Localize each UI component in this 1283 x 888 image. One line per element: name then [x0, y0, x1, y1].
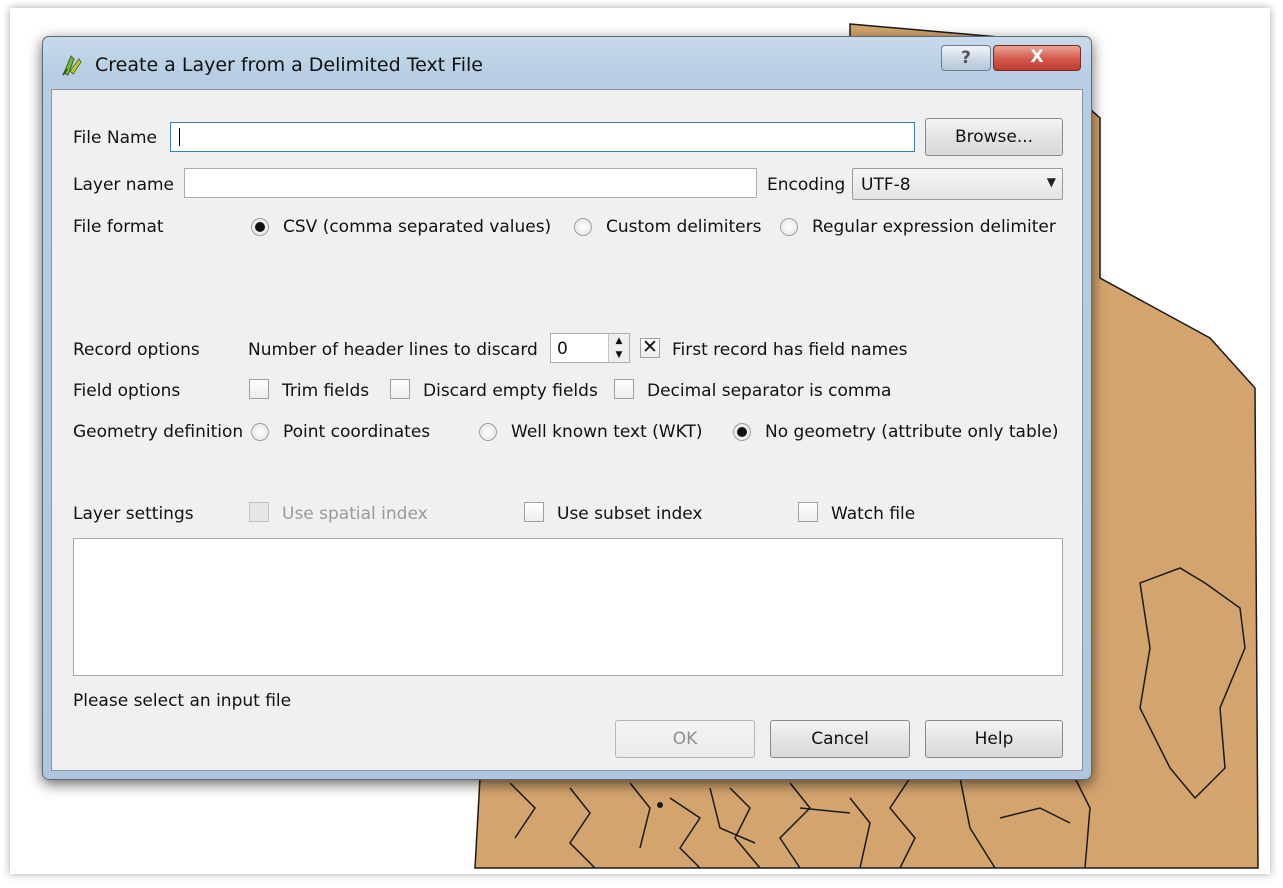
file-name-label: File Name [73, 128, 158, 148]
record-options-label: Record options [73, 340, 200, 360]
layer-settings-label: Layer settings [73, 504, 194, 524]
header-lines-value: 0 [557, 339, 568, 359]
file-format-label: File format [73, 217, 164, 237]
header-lines-label: Number of header lines to discard [248, 340, 538, 360]
title-help-button[interactable]: ? [941, 45, 991, 71]
first-record-field-names-checkbox[interactable]: ✕ [640, 338, 660, 358]
geometry-definition-label: Geometry definition [73, 422, 244, 442]
layer-name-input[interactable] [184, 168, 757, 198]
trim-fields-label[interactable]: Trim fields [282, 381, 369, 401]
window-title: Create a Layer from a Delimited Text Fil… [95, 54, 483, 76]
ok-button[interactable]: OK [615, 720, 755, 758]
cancel-button[interactable]: Cancel [770, 720, 910, 758]
trim-fields-checkbox[interactable] [249, 379, 269, 399]
layer-name-label: Layer name [73, 175, 175, 195]
encoding-label: Encoding [767, 175, 846, 195]
radio-no-geometry-label[interactable]: No geometry (attribute only table) [765, 422, 1059, 442]
dialog-content: File Name Browse... Layer name Encoding … [51, 89, 1083, 771]
radio-csv[interactable] [251, 218, 269, 236]
radio-point-coordinates-label[interactable]: Point coordinates [283, 422, 430, 442]
subset-index-checkbox[interactable] [524, 502, 544, 522]
radio-point-coordinates[interactable] [251, 423, 269, 441]
spatial-index-checkbox[interactable] [249, 502, 269, 522]
radio-regex-delimiter[interactable] [780, 218, 798, 236]
status-message: Please select an input file [73, 691, 292, 711]
radio-wkt-label[interactable]: Well known text (WKT) [511, 422, 702, 442]
subset-index-label[interactable]: Use subset index [557, 504, 702, 524]
browse-button[interactable]: Browse... [925, 118, 1063, 156]
encoding-value: UTF-8 [861, 175, 911, 195]
header-lines-spinbox[interactable]: 0 ▲ ▼ [550, 333, 630, 363]
watch-file-checkbox[interactable] [798, 502, 818, 522]
encoding-select[interactable]: UTF-8 ▼ [852, 168, 1063, 200]
radio-regex-delimiter-label[interactable]: Regular expression delimiter [812, 217, 1056, 237]
radio-custom-delimiters[interactable] [574, 218, 592, 236]
file-name-input[interactable] [170, 122, 915, 152]
title-bar[interactable]: Create a Layer from a Delimited Text Fil… [43, 37, 1091, 91]
field-options-label: Field options [73, 381, 181, 401]
sample-data-preview[interactable] [73, 538, 1063, 676]
radio-no-geometry[interactable] [733, 423, 751, 441]
discard-empty-fields-checkbox[interactable] [390, 379, 410, 399]
decimal-comma-label[interactable]: Decimal separator is comma [647, 381, 891, 401]
qgis-app-icon [62, 55, 82, 76]
chevron-down-icon: ▼ [1046, 175, 1056, 189]
close-button[interactable]: X [993, 45, 1081, 71]
delimited-text-dialog: Create a Layer from a Delimited Text Fil… [42, 36, 1092, 780]
screenshot-frame: Create a Layer from a Delimited Text Fil… [10, 8, 1270, 874]
spin-down-icon[interactable]: ▼ [608, 348, 629, 362]
discard-empty-fields-label[interactable]: Discard empty fields [423, 381, 598, 401]
text-caret [179, 128, 180, 146]
radio-wkt[interactable] [479, 423, 497, 441]
spin-up-icon[interactable]: ▲ [608, 334, 629, 349]
spatial-index-label: Use spatial index [282, 504, 428, 524]
help-button[interactable]: Help [925, 720, 1063, 758]
decimal-comma-checkbox[interactable] [614, 379, 634, 399]
radio-custom-delimiters-label[interactable]: Custom delimiters [606, 217, 761, 237]
radio-csv-label[interactable]: CSV (comma separated values) [283, 217, 551, 237]
help-question-icon: ? [961, 48, 971, 68]
first-record-field-names-label[interactable]: First record has field names [672, 340, 908, 360]
close-icon: X [1030, 47, 1044, 67]
watch-file-label[interactable]: Watch file [831, 504, 915, 524]
